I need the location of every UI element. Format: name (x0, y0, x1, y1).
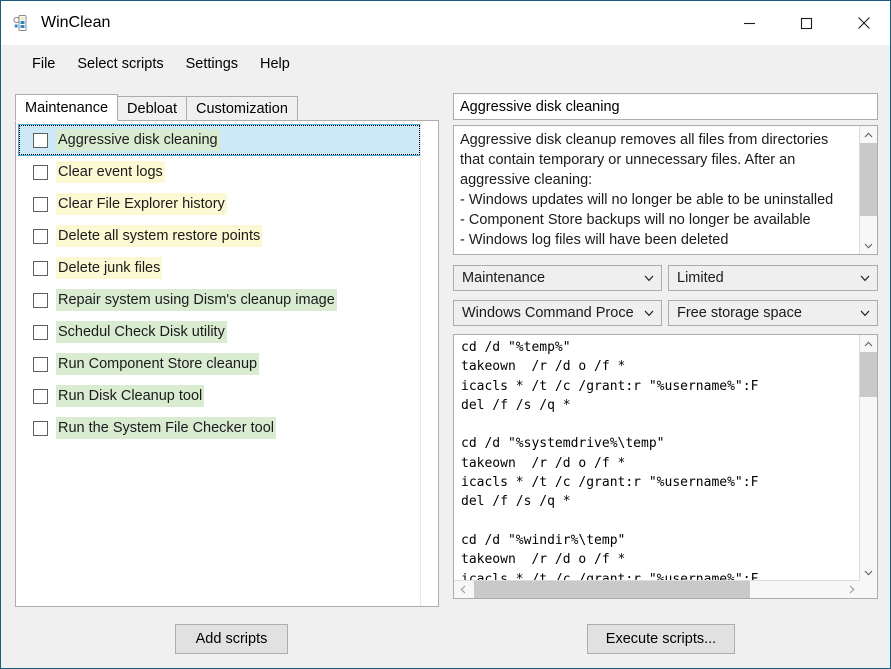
checkbox-icon[interactable] (33, 133, 48, 148)
tab-maintenance[interactable]: Maintenance (15, 94, 118, 121)
checkbox-icon[interactable] (33, 261, 48, 276)
list-item-label: Schedul Check Disk utility (56, 321, 227, 343)
chevron-down-icon (637, 310, 661, 317)
winclean-window: WinClean File Select scripts Settings He… (0, 0, 891, 669)
list-item-label: Delete all system restore points (56, 225, 262, 247)
list-item-label: Clear File Explorer history (56, 193, 227, 215)
list-item-label: Run Disk Cleanup tool (56, 385, 204, 407)
result-dropdown-value: Free storage space (669, 305, 853, 321)
list-item-label: Run the System File Checker tool (56, 417, 276, 439)
script-description-box[interactable]: Aggressive disk cleanup removes all file… (453, 125, 878, 255)
chevron-down-icon (853, 310, 877, 317)
description-scrollbar-thumb[interactable] (860, 143, 877, 216)
checkbox-icon[interactable] (33, 197, 48, 212)
list-item-label: Delete junk files (56, 257, 162, 279)
scroll-right-icon[interactable] (843, 581, 860, 598)
menu-select-scripts[interactable]: Select scripts (66, 52, 174, 76)
list-item[interactable]: Run Disk Cleanup tool (19, 380, 420, 412)
code-vertical-scrollbar[interactable] (859, 335, 877, 581)
menu-bar: File Select scripts Settings Help (1, 45, 891, 83)
scrollbar-corner (860, 581, 877, 598)
scroll-down-icon[interactable] (860, 237, 877, 254)
list-item[interactable]: Run the System File Checker tool (19, 412, 420, 444)
category-dropdown-value: Maintenance (454, 270, 637, 286)
code-horizontal-scrollbar-thumb[interactable] (474, 581, 750, 598)
execute-scripts-button[interactable]: Execute scripts... (587, 624, 735, 654)
list-item[interactable]: Clear File Explorer history (19, 188, 420, 220)
chevron-down-icon (637, 275, 661, 282)
checkbox-icon[interactable] (33, 325, 48, 340)
script-list-scrollbar[interactable] (420, 121, 438, 606)
host-dropdown[interactable]: Windows Command Proce (453, 300, 662, 326)
title-bar: WinClean (1, 1, 891, 46)
list-item[interactable]: Run Component Store cleanup (19, 348, 420, 380)
scroll-down-icon[interactable] (860, 564, 877, 581)
minimize-button[interactable] (721, 1, 778, 45)
list-item[interactable]: Aggressive disk cleaning (18, 124, 421, 156)
script-name-value: Aggressive disk cleaning (460, 99, 620, 115)
checkbox-icon[interactable] (33, 389, 48, 404)
host-dropdown-value: Windows Command Proce (454, 305, 637, 321)
menu-settings[interactable]: Settings (175, 52, 249, 76)
scroll-left-icon[interactable] (454, 581, 471, 598)
winclean-app-icon (12, 14, 30, 32)
checkbox-icon[interactable] (33, 357, 48, 372)
script-list: Aggressive disk cleaning Clear event log… (16, 121, 420, 606)
window-title: WinClean (41, 15, 110, 31)
script-code-box[interactable]: cd /d "%temp%" takeown /r /d o /f * icac… (453, 334, 878, 599)
impact-dropdown-value: Limited (669, 270, 853, 286)
menu-file[interactable]: File (21, 52, 66, 76)
tab-debloat[interactable]: Debloat (117, 96, 187, 121)
chevron-down-icon (853, 275, 877, 282)
script-name-input[interactable]: Aggressive disk cleaning (453, 93, 878, 120)
list-item-label: Clear event logs (56, 161, 165, 183)
menu-help[interactable]: Help (249, 52, 301, 76)
script-list-panel: Aggressive disk cleaning Clear event log… (15, 120, 439, 607)
code-horizontal-scrollbar[interactable] (454, 580, 860, 598)
checkbox-icon[interactable] (33, 165, 48, 180)
list-item[interactable]: Clear event logs (19, 156, 420, 188)
description-scrollbar[interactable] (859, 126, 877, 254)
category-dropdown[interactable]: Maintenance (453, 265, 662, 291)
close-button[interactable] (835, 1, 891, 45)
checkbox-icon[interactable] (33, 293, 48, 308)
window-controls (721, 1, 891, 45)
result-dropdown[interactable]: Free storage space (668, 300, 878, 326)
list-item[interactable]: Delete junk files (19, 252, 420, 284)
code-vertical-scrollbar-thumb[interactable] (860, 352, 877, 397)
title-bar-left: WinClean (1, 1, 721, 45)
list-item[interactable]: Schedul Check Disk utility (19, 316, 420, 348)
script-code-text: cd /d "%temp%" takeown /r /d o /f * icac… (454, 335, 859, 580)
list-item-label: Repair system using Dism's cleanup image (56, 289, 337, 311)
list-item-label: Aggressive disk cleaning (56, 129, 220, 151)
list-item[interactable]: Delete all system restore points (19, 220, 420, 252)
list-item-label: Run Component Store cleanup (56, 353, 259, 375)
tab-customization[interactable]: Customization (186, 96, 298, 121)
scroll-up-icon[interactable] (860, 126, 877, 143)
maximize-button[interactable] (778, 1, 835, 45)
script-description-text: Aggressive disk cleanup removes all file… (454, 126, 859, 250)
tab-strip: Maintenance Debloat Customization (15, 94, 439, 121)
checkbox-icon[interactable] (33, 229, 48, 244)
list-item[interactable]: Repair system using Dism's cleanup image (19, 284, 420, 316)
impact-dropdown[interactable]: Limited (668, 265, 878, 291)
add-scripts-button[interactable]: Add scripts (175, 624, 288, 654)
scroll-up-icon[interactable] (860, 335, 877, 352)
checkbox-icon[interactable] (33, 421, 48, 436)
